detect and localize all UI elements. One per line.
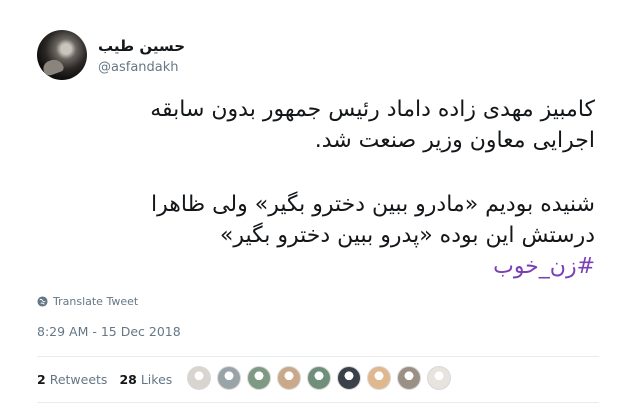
liker-avatar-9[interactable]	[427, 366, 451, 390]
liker-avatar-4[interactable]	[277, 366, 301, 390]
tweet-line: کامبیز مهدی زاده داماد رئیس جمهور بدون س…	[150, 97, 595, 122]
tweet-timestamp[interactable]: 8:29 AM - 15 Dec 2018	[37, 324, 181, 339]
tweet-line: درستش این بوده «پدرو ببین دخترو بگیر»	[219, 223, 595, 248]
likes-stat[interactable]: 28 Likes	[119, 372, 172, 387]
tweet-line: اجرایی معاون وزیر صنعت شد.	[314, 128, 595, 153]
hashtag-link[interactable]: #زن_خوب	[493, 254, 595, 279]
globe-icon	[37, 296, 48, 307]
translate-label[interactable]: Translate Tweet	[53, 295, 138, 308]
likes-label: Likes	[140, 372, 173, 387]
author-username[interactable]: @asfandakh	[98, 60, 179, 75]
tweet-line: شنیده بودیم «مادرو ببین دخترو بگیر» ولی …	[151, 192, 595, 217]
retweets-label: Retweets	[49, 372, 108, 387]
liker-avatar-8[interactable]	[397, 366, 421, 390]
liker-avatar-2[interactable]	[217, 366, 241, 390]
translate-tweet-link[interactable]: Translate Tweet	[37, 295, 138, 308]
tweet-text: کامبیز مهدی زاده داماد رئیس جمهور بدون س…	[35, 94, 595, 282]
author-avatar[interactable]	[37, 30, 87, 80]
retweets-count: 2	[37, 372, 46, 387]
tweet-stats: 2 Retweets 28 Likes	[37, 372, 172, 387]
liker-avatar-6[interactable]	[337, 366, 361, 390]
divider	[37, 356, 599, 357]
liker-avatar-7[interactable]	[367, 366, 391, 390]
liker-avatar-3[interactable]	[247, 366, 271, 390]
divider	[37, 402, 599, 403]
likers-avatars	[187, 366, 451, 390]
retweets-stat[interactable]: 2 Retweets	[37, 372, 107, 387]
liker-avatar-5[interactable]	[307, 366, 331, 390]
likes-count: 28	[119, 372, 137, 387]
liker-avatar-1[interactable]	[187, 366, 211, 390]
author-display-name[interactable]: حسین طیب	[98, 37, 188, 55]
